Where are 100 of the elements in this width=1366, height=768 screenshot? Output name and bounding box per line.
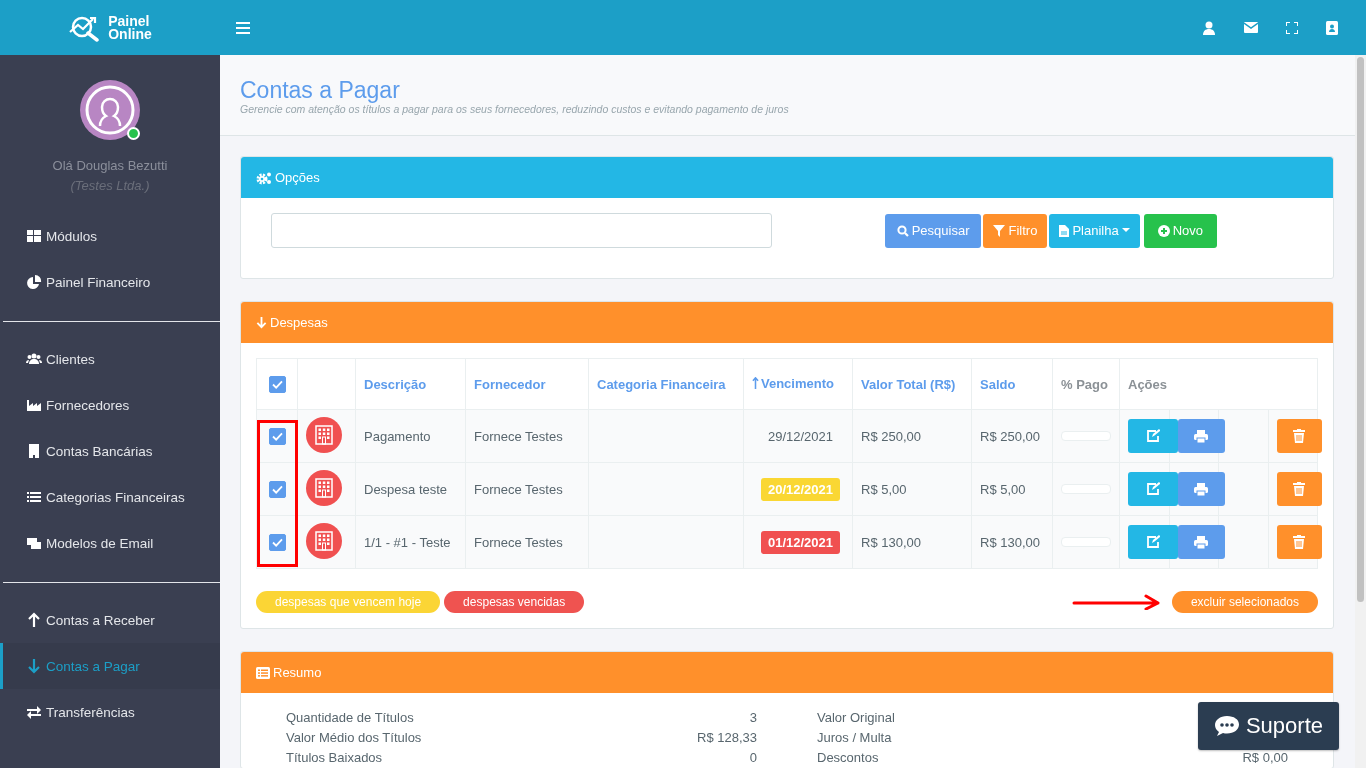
building-icon bbox=[306, 416, 342, 453]
summary-value: R$ 0,00 bbox=[1242, 749, 1288, 767]
edit-icon bbox=[1146, 482, 1160, 496]
pie-chart-icon bbox=[26, 274, 42, 290]
factory-icon bbox=[26, 397, 42, 413]
summary-label: Quantidade de Títulos bbox=[286, 709, 414, 727]
edit-button[interactable] bbox=[1128, 525, 1178, 559]
due-date: 29/12/2021 bbox=[766, 427, 834, 446]
building-icon bbox=[26, 443, 42, 459]
table-cell: Pagamento bbox=[364, 428, 431, 444]
edit-button[interactable] bbox=[1128, 419, 1178, 453]
summary-label: Títulos Baixados bbox=[286, 749, 383, 767]
summary-value: 0 bbox=[749, 749, 757, 767]
funnel-icon bbox=[993, 224, 1006, 237]
new-button[interactable]: Novo bbox=[1143, 213, 1217, 248]
checkbox[interactable] bbox=[268, 533, 286, 551]
sidebar-item[interactable]: Fornecedores bbox=[0, 382, 220, 428]
sidebar-item[interactable]: Contas Bancárias bbox=[0, 428, 220, 474]
column-header: Ações bbox=[1128, 376, 1168, 392]
support-button[interactable]: Suporte bbox=[1197, 702, 1339, 750]
document-icon bbox=[1059, 224, 1070, 237]
search-field[interactable] bbox=[271, 213, 772, 248]
building-icon bbox=[306, 522, 342, 559]
edit-button[interactable] bbox=[1128, 472, 1178, 506]
search-button[interactable]: Pesquisar bbox=[884, 213, 982, 248]
fullscreen-icon[interactable] bbox=[1286, 21, 1298, 34]
table-cell: R$ 130,00 bbox=[980, 534, 1040, 550]
plus-circle-icon bbox=[1157, 224, 1170, 237]
sidebar-item[interactable]: Módulos bbox=[0, 213, 220, 259]
printer-icon bbox=[1194, 482, 1208, 496]
trash-icon bbox=[1293, 429, 1305, 443]
table-cell: R$ 250,00 bbox=[861, 428, 921, 444]
edit-icon bbox=[1146, 535, 1160, 549]
user-icon[interactable] bbox=[1202, 20, 1216, 35]
delete-button[interactable] bbox=[1276, 472, 1322, 506]
trash-icon bbox=[1293, 482, 1305, 496]
sidebar-item[interactable]: Clientes bbox=[0, 336, 220, 382]
delete-button[interactable] bbox=[1276, 525, 1322, 559]
print-button[interactable] bbox=[1177, 419, 1225, 453]
sidebar-item[interactable]: Contas a Pagar bbox=[0, 643, 220, 689]
table-cell: Fornece Testes bbox=[474, 534, 563, 550]
panel-title: Resumo bbox=[273, 665, 322, 680]
sidebar-item[interactable]: Categorias Financeiras bbox=[0, 474, 220, 520]
sidebar-item[interactable]: Modelos de Email bbox=[0, 520, 220, 566]
scrollbar[interactable] bbox=[1355, 55, 1366, 768]
chat-icon bbox=[1213, 715, 1240, 737]
swap-arrows-icon bbox=[26, 704, 42, 720]
search-icon bbox=[896, 224, 909, 237]
printer-icon bbox=[1194, 429, 1208, 443]
checkbox[interactable] bbox=[268, 427, 286, 445]
arrow-down-icon bbox=[256, 316, 267, 329]
sidebar-item[interactable]: Transferências bbox=[0, 689, 220, 735]
table-cell: 1/1 - #1 - Teste bbox=[364, 534, 451, 550]
column-header: % Pago bbox=[1061, 376, 1108, 392]
sidebar-item[interactable]: Contas a Receber bbox=[0, 597, 220, 643]
grid-icon bbox=[26, 228, 42, 244]
print-button[interactable] bbox=[1177, 525, 1225, 559]
panel-title: Despesas bbox=[270, 315, 328, 330]
arrow-up-icon bbox=[752, 377, 759, 390]
building-icon bbox=[306, 469, 342, 506]
table-cell: Fornece Testes bbox=[474, 428, 563, 444]
column-header[interactable]: Fornecedor bbox=[474, 376, 546, 392]
user-greeting: Olá Douglas Bezutti bbox=[52, 158, 168, 173]
menu-icon[interactable] bbox=[234, 19, 252, 36]
mail-icon[interactable] bbox=[1244, 22, 1258, 33]
due-date: 20/12/2021 bbox=[760, 477, 840, 501]
page-title: Contas a Pagar bbox=[240, 77, 401, 103]
avatar-icon bbox=[80, 80, 140, 140]
summary-label: Juros / Multa bbox=[817, 729, 892, 747]
print-button[interactable] bbox=[1177, 472, 1225, 506]
checkbox[interactable] bbox=[268, 375, 286, 393]
contact-book-icon[interactable] bbox=[1326, 20, 1338, 35]
table-cell: Fornece Testes bbox=[474, 481, 563, 497]
list-icon bbox=[256, 666, 270, 679]
summary-label: Valor Original bbox=[817, 709, 895, 727]
column-header[interactable]: Saldo bbox=[980, 376, 1016, 392]
delete-button[interactable] bbox=[1276, 419, 1322, 453]
checkbox[interactable] bbox=[268, 480, 286, 498]
brand-name: Painel Online bbox=[108, 14, 152, 41]
sheet-button[interactable]: Planilha bbox=[1049, 213, 1140, 248]
filter-button[interactable]: Filtro bbox=[983, 213, 1048, 248]
table-cell: R$ 5,00 bbox=[980, 481, 1026, 497]
summary-value: 3 bbox=[749, 709, 757, 727]
table-cell: R$ 250,00 bbox=[980, 428, 1040, 444]
checkmark-icon bbox=[271, 431, 283, 441]
table-cell: Despesa teste bbox=[364, 481, 448, 497]
table-cell: R$ 130,00 bbox=[861, 534, 921, 550]
users-icon bbox=[26, 351, 42, 367]
panel-title: Opções bbox=[275, 170, 320, 185]
legend-tag: despesas que vencem hoje bbox=[256, 591, 441, 613]
page-subtitle: Gerencie com atenção os títulos a pagar para os seus fornecedores, reduzindo custos e evitando pagamento de juros bbox=[240, 103, 790, 115]
arrow-down-icon bbox=[26, 658, 42, 674]
summary-label: Descontos bbox=[817, 749, 879, 767]
legend-tag: despesas vencidas bbox=[444, 591, 585, 613]
delete-selected-button[interactable]: excluir selecionados bbox=[1171, 591, 1318, 613]
table-cell: R$ 5,00 bbox=[861, 481, 907, 497]
column-header[interactable]: Descrição bbox=[364, 376, 427, 392]
checkmark-icon bbox=[271, 484, 283, 494]
caret-icon bbox=[1121, 228, 1130, 233]
sidebar-item[interactable]: Painel Financeiro bbox=[0, 259, 220, 305]
